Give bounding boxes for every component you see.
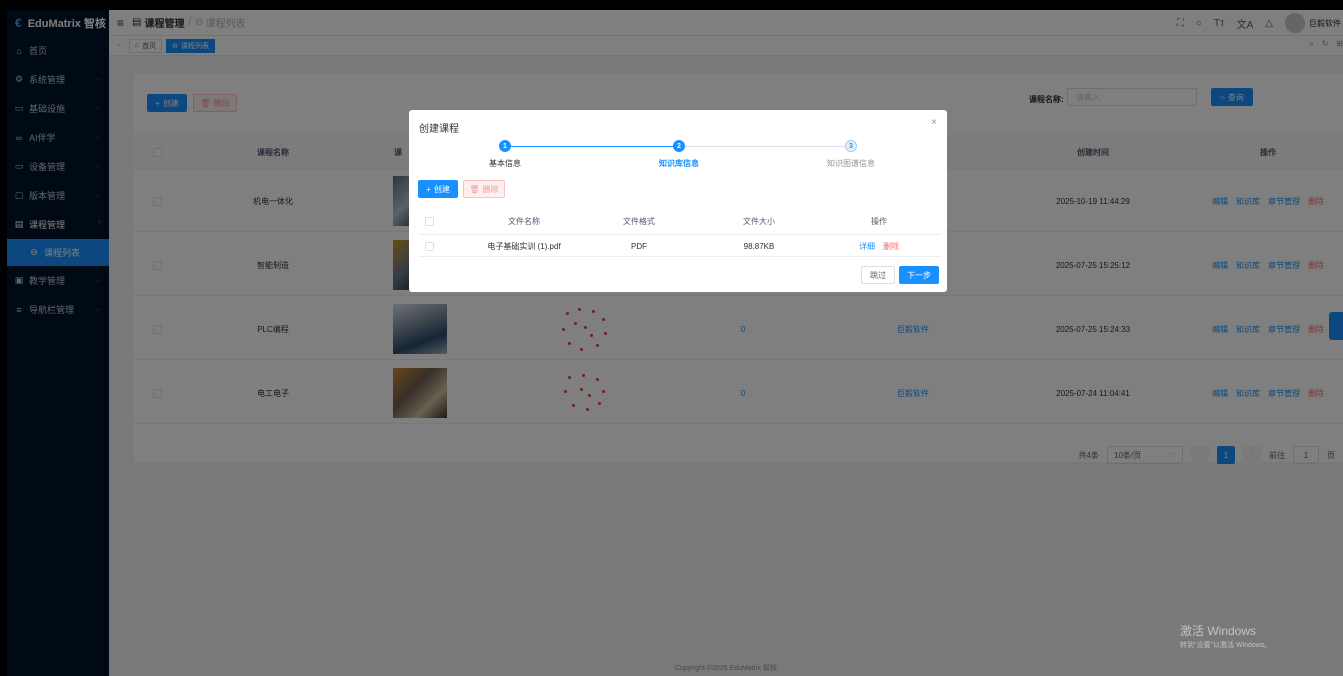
dialog-delete-button[interactable]: 🗑︎ 删除 <box>463 180 505 198</box>
file-size: 98.87KB <box>743 241 775 251</box>
plus-icon: + <box>426 184 431 194</box>
column-header-file-name: 文件名称 <box>508 217 540 226</box>
step-connector <box>511 146 675 147</box>
dialog-title: 创建课程 <box>419 124 459 135</box>
column-header-file-size: 文件大小 <box>743 217 775 226</box>
create-course-dialog: 创建课程 × 1 2 3 基本信息 知识库信息 知识图谱信息 + 创建 🗑︎ 删… <box>409 110 947 292</box>
step-2-indicator: 2 <box>673 140 685 152</box>
step-3-indicator: 3 <box>845 140 857 152</box>
dialog-create-button[interactable]: + 创建 <box>418 180 458 198</box>
step-1-label: 基本信息 <box>489 159 521 168</box>
file-row: 电子基础实训 (1).pdf PDF 98.87KB 详细 删除 <box>419 235 941 257</box>
dialog-delete-label: 删除 <box>482 184 499 194</box>
skip-button[interactable]: 跳过 <box>861 266 895 284</box>
detail-link[interactable]: 详细 <box>859 241 875 252</box>
trash-icon: 🗑︎ <box>469 184 480 194</box>
next-step-button[interactable]: 下一步 <box>899 266 939 284</box>
file-table-header: 文件名称 文件格式 文件大小 操作 <box>419 208 941 235</box>
watermark-line: 激活 Windows <box>1180 624 1257 638</box>
select-all-checkbox[interactable] <box>424 217 434 226</box>
close-icon[interactable]: × <box>931 117 937 128</box>
windows-activation-watermark: 激活 Windows 转到"设置"以激活 Windows。 <box>1180 622 1271 650</box>
modal-overlay[interactable] <box>0 0 1343 676</box>
step-1-indicator: 1 <box>499 140 511 152</box>
step-connector <box>685 146 847 147</box>
delete-link[interactable]: 删除 <box>883 241 899 252</box>
dialog-create-label: 创建 <box>433 184 450 194</box>
file-name: 电子基础实训 (1).pdf <box>487 241 561 251</box>
column-header-ops: 操作 <box>871 217 887 226</box>
file-format: PDF <box>631 241 647 251</box>
watermark-line: 转到"设置"以激活 Windows。 <box>1180 642 1272 649</box>
row-checkbox[interactable] <box>424 241 434 251</box>
steps: 1 2 3 基本信息 知识库信息 知识图谱信息 <box>409 140 947 176</box>
file-actions: 详细 删除 <box>839 235 919 257</box>
column-header-file-format: 文件格式 <box>623 217 655 226</box>
step-3-label: 知识图谱信息 <box>827 159 875 168</box>
step-2-label: 知识库信息 <box>659 159 699 168</box>
